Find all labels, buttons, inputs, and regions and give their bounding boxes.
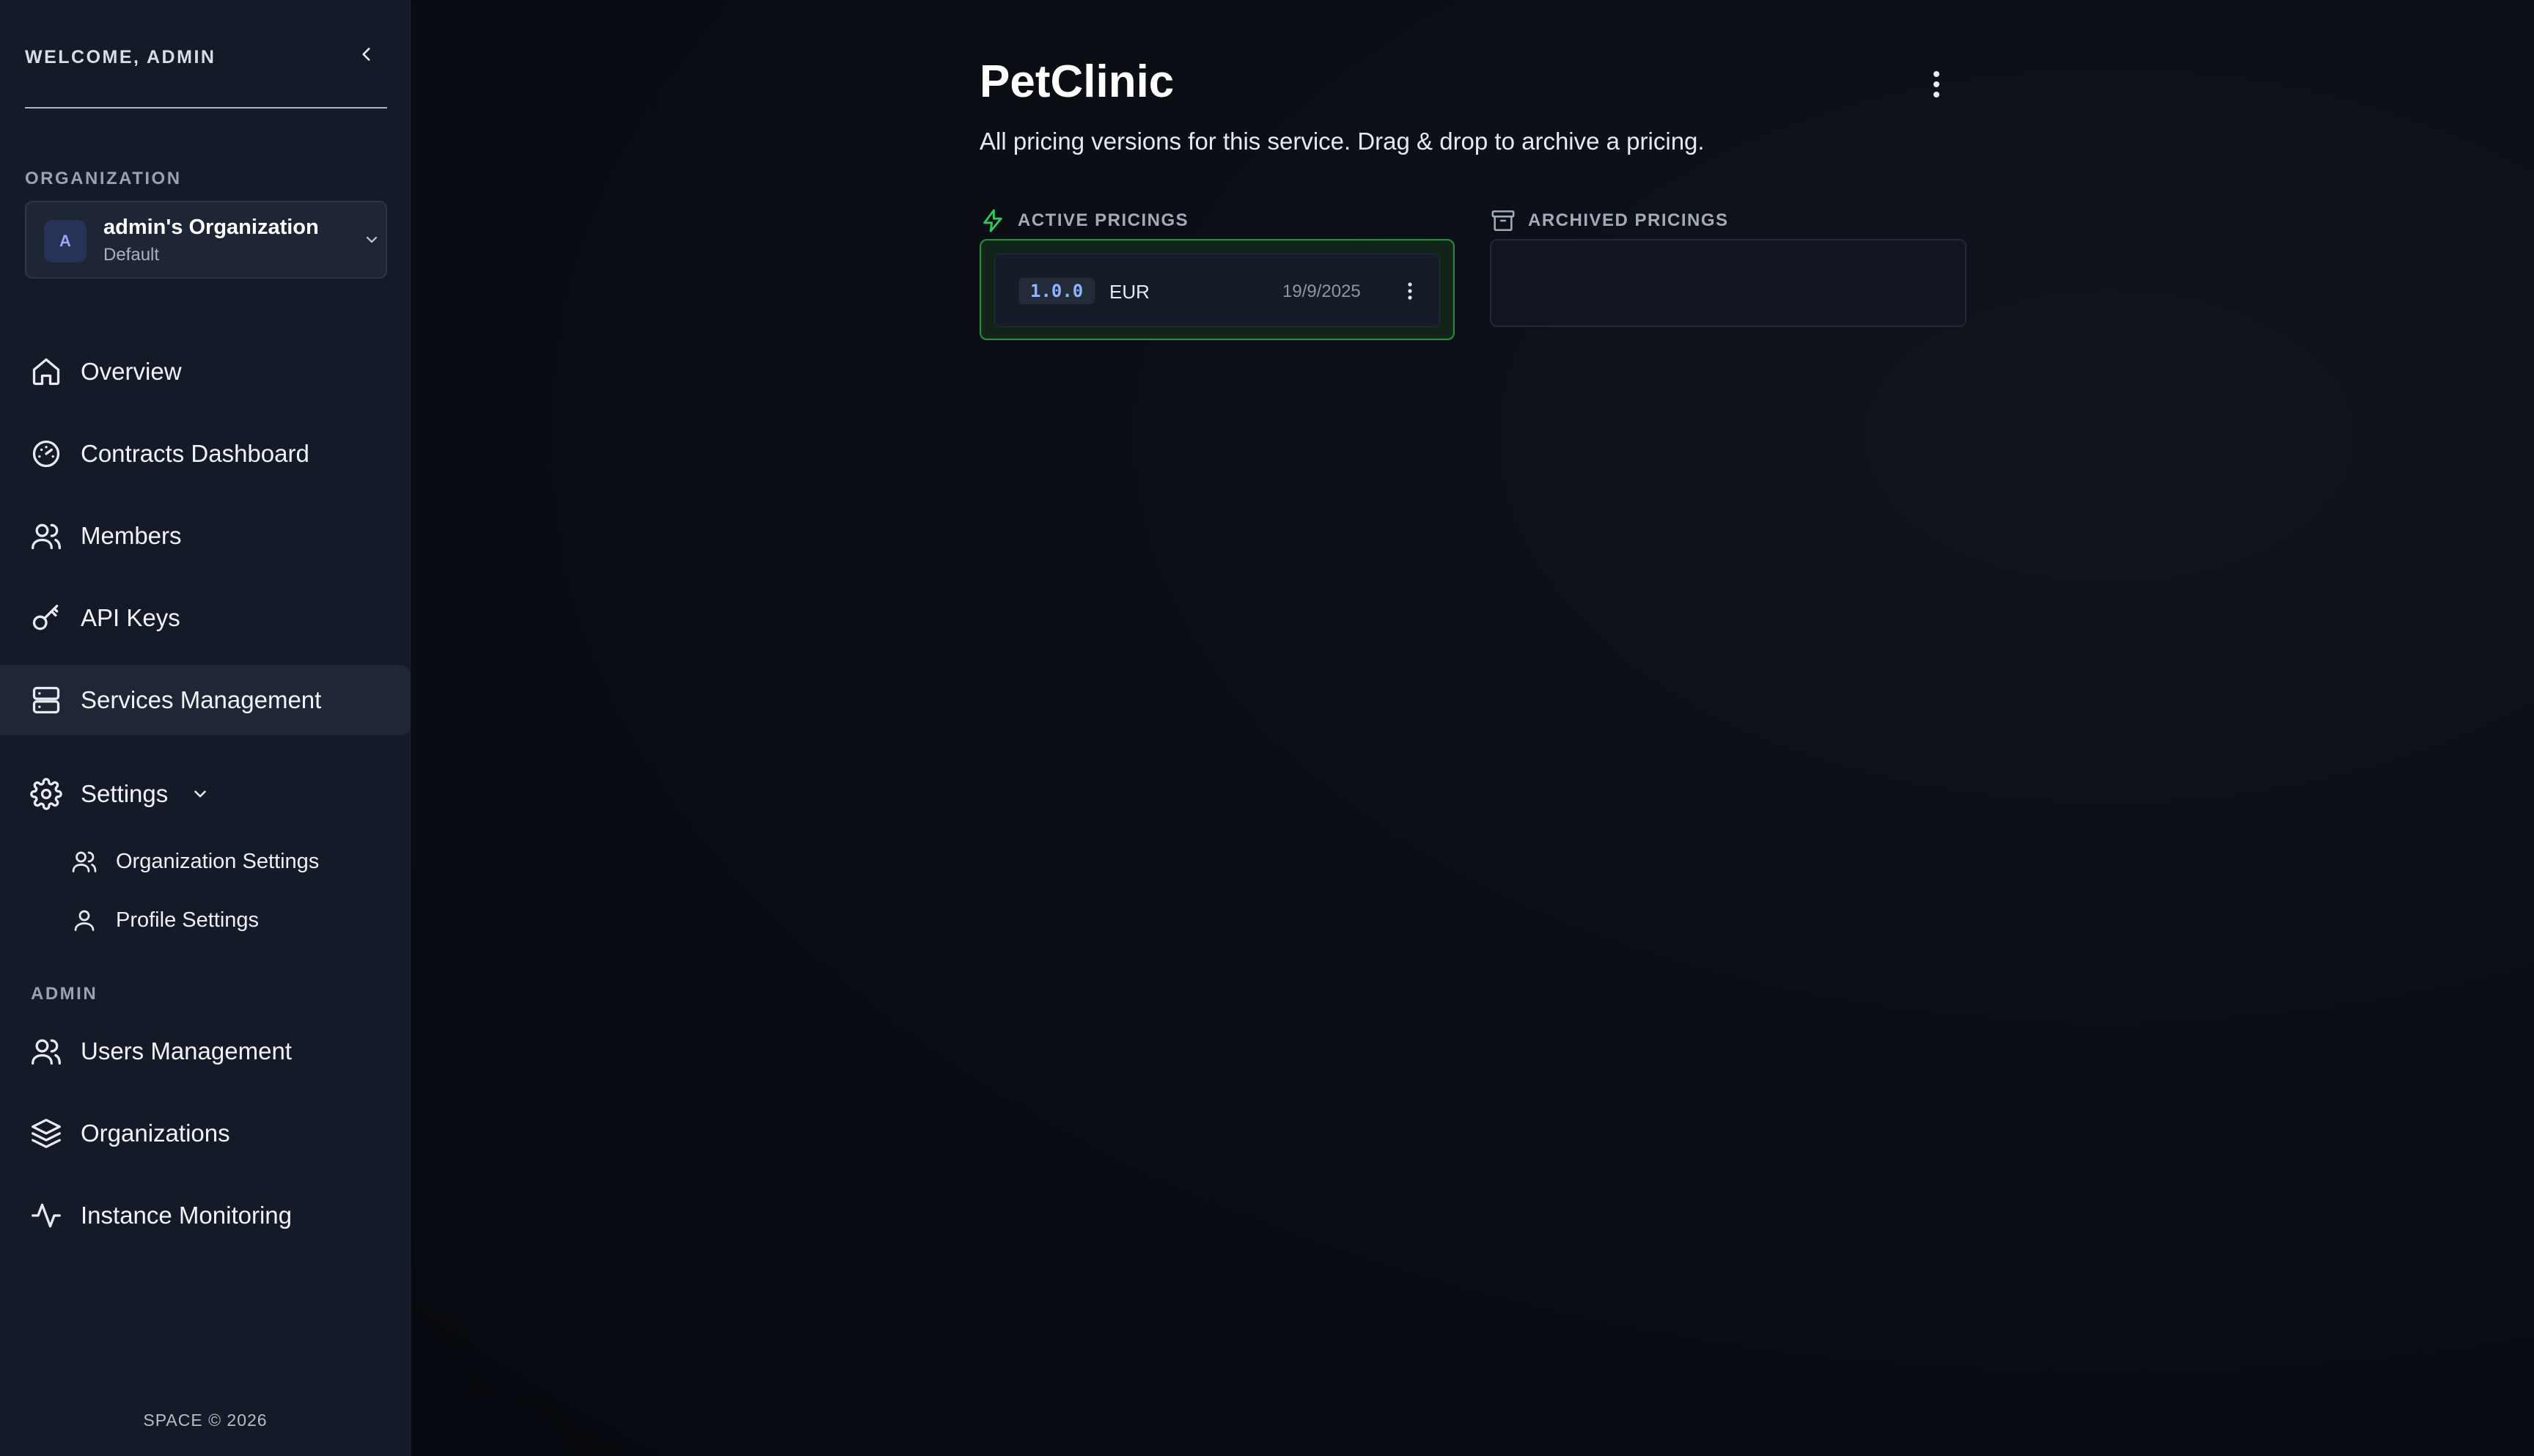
nav-item-settings[interactable]: Settings	[0, 759, 411, 829]
nav-item-members[interactable]: Members	[0, 501, 411, 571]
archived-pricings-title: ARCHIVED PRICINGS	[1528, 210, 1729, 230]
nav-label: Overview	[81, 358, 182, 385]
nav-item-organizations[interactable]: Organizations	[0, 1098, 411, 1169]
active-pricings-title: ACTIVE PRICINGS	[1018, 210, 1189, 230]
server-icon	[29, 683, 63, 717]
gear-icon	[29, 777, 63, 811]
pricing-options-button[interactable]	[1400, 276, 1420, 306]
more-vertical-icon	[1408, 282, 1412, 300]
nav-label: Contracts Dashboard	[81, 440, 309, 467]
nav-item-services-management[interactable]: Services Management	[0, 665, 411, 735]
sub-item-label: Organization Settings	[116, 849, 320, 873]
pricing-date: 19/9/2025	[1282, 282, 1361, 301]
active-pricings-dropzone[interactable]: 1.0.0 EUR 19/9/2025	[980, 239, 1455, 340]
nav-label: Instance Monitoring	[81, 1202, 292, 1229]
home-icon	[29, 355, 63, 389]
organization-selector[interactable]: A admin's Organization Default	[25, 201, 387, 279]
archived-pricings-dropzone[interactable]	[1490, 239, 1966, 327]
welcome-text: WELCOME, ADMIN	[25, 47, 216, 67]
collapse-sidebar-button[interactable]	[352, 40, 381, 69]
nav-item-users-management[interactable]: Users Management	[0, 1016, 411, 1087]
layers-icon	[29, 1117, 63, 1150]
app-root: WELCOME, ADMIN ORGANIZATION A admin's Or…	[0, 0, 2534, 1456]
more-vertical-icon	[1933, 71, 1939, 98]
nav-label: Organizations	[81, 1119, 230, 1147]
nav-label: API Keys	[81, 604, 180, 631]
admin-section-label: ADMIN	[31, 984, 98, 1004]
users-icon	[29, 1034, 63, 1068]
nav-item-overview[interactable]: Overview	[0, 337, 411, 407]
nav-label: Users Management	[81, 1037, 292, 1065]
welcome-divider	[25, 107, 387, 109]
page-subtitle: All pricing versions for this service. D…	[980, 128, 1705, 155]
nav-label: Members	[81, 522, 182, 549]
pricing-version-badge: 1.0.0	[1018, 278, 1095, 304]
chevron-down-icon	[189, 783, 211, 805]
sub-item-label: Profile Settings	[116, 908, 260, 932]
nav-item-api-keys[interactable]: API Keys	[0, 583, 411, 653]
gauge-icon	[29, 437, 63, 471]
chevron-left-icon	[362, 48, 370, 61]
page-title: PetClinic	[980, 56, 1175, 107]
nav-item-instance-monitoring[interactable]: Instance Monitoring	[0, 1180, 411, 1251]
key-icon	[29, 601, 63, 635]
organization-label: ORGANIZATION	[25, 169, 182, 188]
users-icon	[29, 519, 63, 553]
service-options-button[interactable]	[1922, 65, 1951, 104]
nav-label: Services Management	[81, 686, 322, 713]
pricing-card[interactable]: 1.0.0 EUR 19/9/2025	[994, 254, 1440, 327]
org-name: admin's Organization	[103, 216, 319, 239]
users-icon	[70, 848, 98, 875]
chevron-down-icon	[361, 229, 383, 251]
active-pricings-header: ACTIVE PRICINGS	[980, 208, 1189, 233]
pricing-currency: EUR	[1109, 281, 1150, 303]
sidebar: WELCOME, ADMIN ORGANIZATION A admin's Or…	[0, 0, 411, 1456]
org-subtitle: Default	[103, 245, 160, 265]
nav-label: Settings	[81, 780, 169, 807]
nav-item-contracts-dashboard[interactable]: Contracts Dashboard	[0, 419, 411, 489]
sub-item-profile-settings[interactable]: Profile Settings	[0, 894, 411, 946]
org-avatar: A	[44, 220, 87, 262]
archive-icon	[1490, 207, 1516, 234]
zap-icon	[980, 207, 1006, 234]
sidebar-footer: SPACE © 2026	[143, 1411, 268, 1430]
sub-item-organization-settings[interactable]: Organization Settings	[0, 836, 411, 887]
user-icon	[70, 906, 98, 934]
archived-pricings-header: ARCHIVED PRICINGS	[1490, 208, 1729, 233]
main-content: PetClinic All pricing versions for this …	[411, 0, 2534, 1456]
activity-icon	[29, 1199, 63, 1232]
